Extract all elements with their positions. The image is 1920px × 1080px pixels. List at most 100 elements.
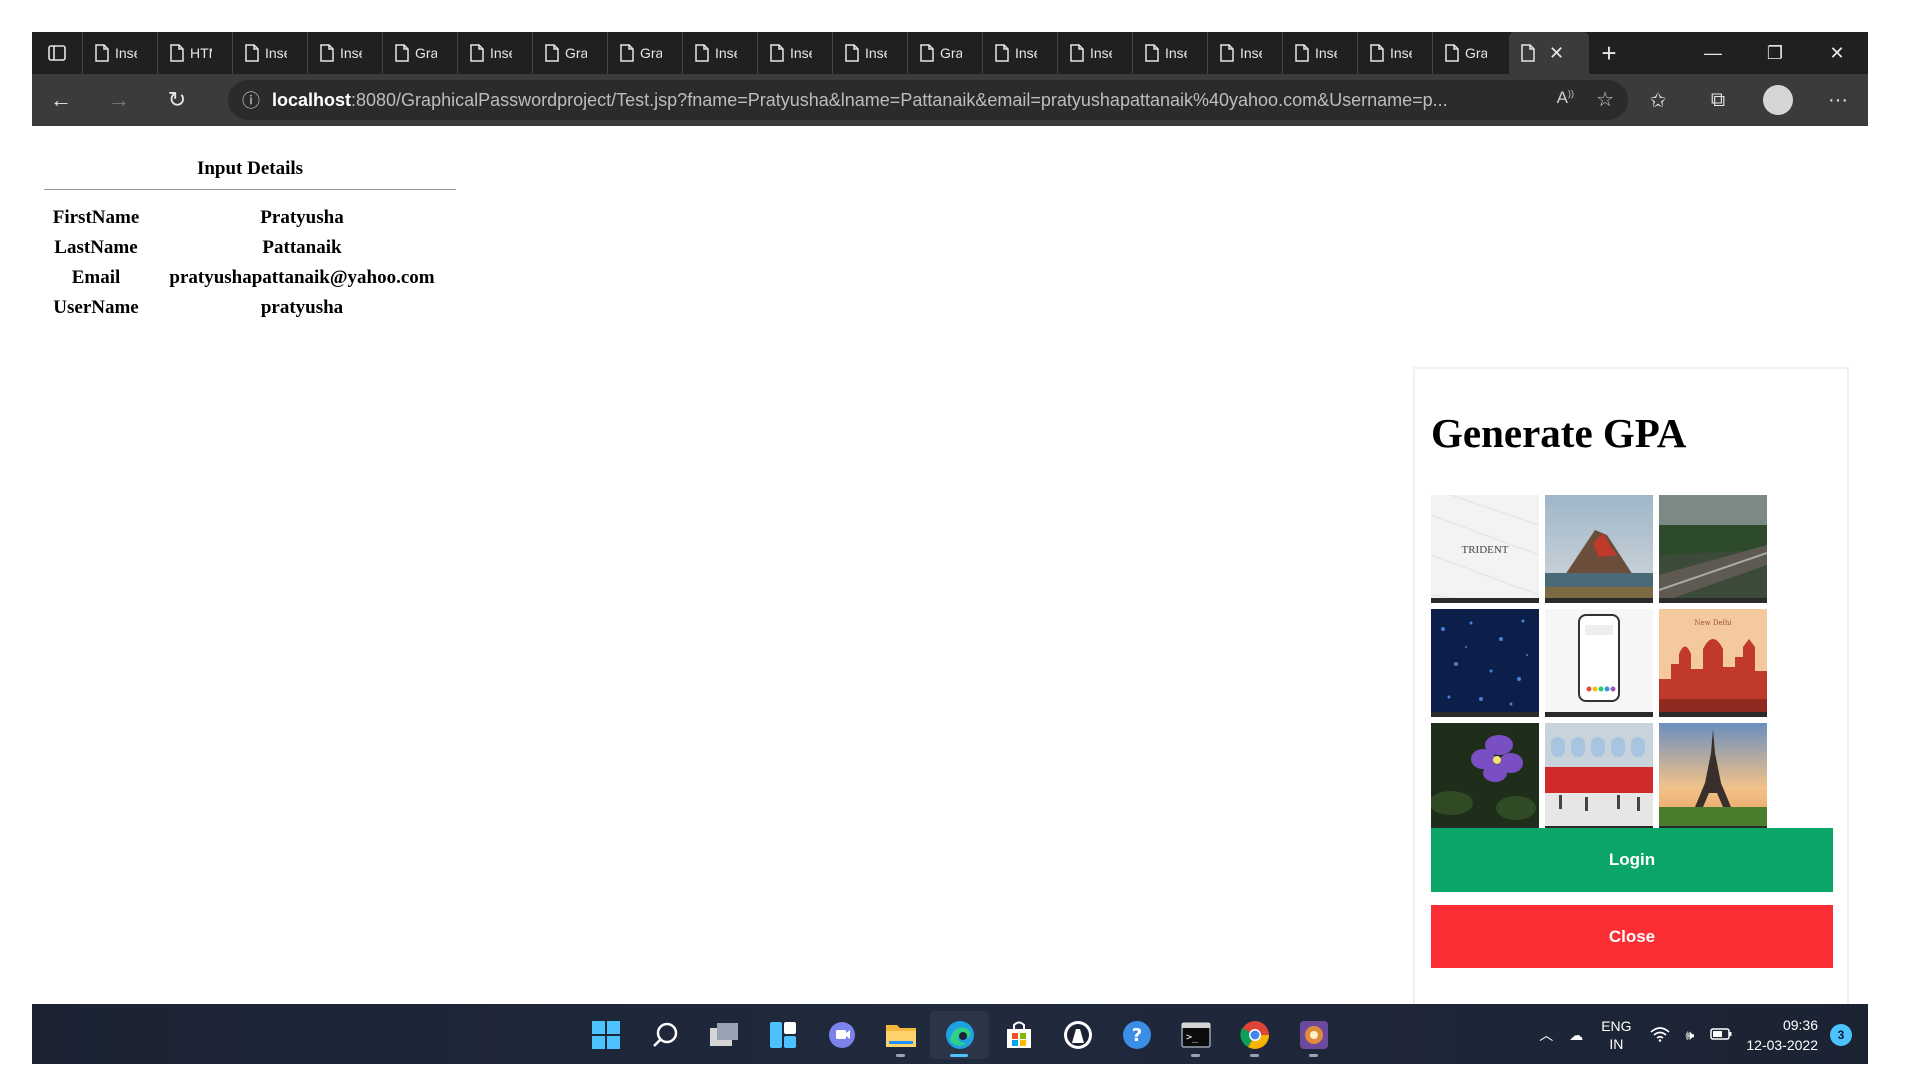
- app-icon[interactable]: [1048, 1011, 1107, 1059]
- document-icon: [470, 44, 484, 62]
- date: 12-03-2022: [1746, 1037, 1818, 1053]
- tile-eiffel[interactable]: [1659, 723, 1767, 831]
- tab[interactable]: Insert: [1282, 32, 1357, 74]
- back-icon[interactable]: ←: [32, 74, 90, 126]
- tile-trident[interactable]: TRIDENT: [1431, 495, 1539, 603]
- login-button[interactable]: Login: [1431, 828, 1833, 892]
- document-icon: [1370, 44, 1384, 62]
- tab[interactable]: Insert: [832, 32, 907, 74]
- battery-icon[interactable]: [1710, 1027, 1732, 1043]
- wifi-icon[interactable]: [1650, 1026, 1670, 1045]
- tab[interactable]: Insert: [307, 32, 382, 74]
- table-row: FirstName Pratyusha: [44, 203, 456, 233]
- image-grid: TRIDENT New Delhi: [1431, 495, 1767, 831]
- tab-label: Insert: [790, 45, 812, 61]
- gpa-title: Generate GPA: [1431, 410, 1687, 456]
- profile-avatar-icon[interactable]: [1763, 85, 1793, 115]
- tile-phone[interactable]: [1545, 609, 1653, 717]
- close-tab-icon[interactable]: ✕: [1549, 43, 1564, 64]
- window-controls: — ❐ ✕: [1682, 32, 1868, 74]
- tab[interactable]: Insert: [457, 32, 532, 74]
- lang-top: ENG: [1601, 1018, 1632, 1034]
- read-aloud-icon[interactable]: A)): [1557, 88, 1574, 108]
- close-window-icon[interactable]: ✕: [1806, 32, 1868, 74]
- file-explorer-icon[interactable]: [871, 1011, 930, 1059]
- tab[interactable]: Insert: [1132, 32, 1207, 74]
- new-tab-icon[interactable]: +: [1589, 32, 1629, 74]
- table-row: LastName Pattanaik: [44, 233, 456, 263]
- tile-bar: [1431, 598, 1539, 603]
- tile-stars[interactable]: [1431, 609, 1539, 717]
- store-icon[interactable]: [989, 1011, 1048, 1059]
- tile-bar: [1659, 598, 1767, 603]
- tab-label: Graphical: [415, 45, 437, 61]
- tile-train[interactable]: [1545, 723, 1653, 831]
- input-details: Input Details FirstName Pratyusha LastNa…: [44, 157, 456, 323]
- minimize-icon[interactable]: —: [1682, 32, 1744, 74]
- tab-actions-icon[interactable]: [32, 32, 82, 74]
- railway-image: [1659, 495, 1767, 603]
- cloud-icon[interactable]: ☁: [1569, 1027, 1583, 1044]
- tab[interactable]: Insert: [757, 32, 832, 74]
- chrome-icon[interactable]: [1225, 1011, 1284, 1059]
- favorites-icon[interactable]: ✩: [1628, 74, 1688, 126]
- tab[interactable]: Graphical: [382, 32, 457, 74]
- edge-icon[interactable]: [930, 1011, 989, 1059]
- tile-railway[interactable]: [1659, 495, 1767, 603]
- widgets-icon[interactable]: [753, 1011, 812, 1059]
- help-icon[interactable]: ?: [1107, 1011, 1166, 1059]
- start-icon[interactable]: [576, 1011, 635, 1059]
- tab[interactable]: Graphical: [907, 32, 982, 74]
- notification-badge[interactable]: 3: [1830, 1024, 1852, 1046]
- tab-label: Insert: [490, 45, 512, 61]
- volume-icon[interactable]: 🕪: [1686, 1027, 1695, 1044]
- tab-bar: Insert HTML Insert Insert Graphical Insert Gra…: [32, 32, 1868, 74]
- tab-label: Insert: [1015, 45, 1037, 61]
- tab[interactable]: Insert: [82, 32, 157, 74]
- site-info-icon[interactable]: ⓘ: [242, 87, 260, 113]
- city-caption: New Delhi: [1694, 619, 1732, 627]
- tab[interactable]: Insert: [1357, 32, 1432, 74]
- task-view-icon[interactable]: [694, 1011, 753, 1059]
- row-value: pratyusha: [260, 297, 344, 318]
- document-icon: [1521, 44, 1535, 62]
- running-indicator: [1309, 1054, 1318, 1057]
- more-options-icon[interactable]: ···: [1808, 74, 1868, 126]
- collections-icon[interactable]: ⧉: [1688, 74, 1748, 126]
- refresh-icon[interactable]: ↻: [148, 74, 206, 126]
- terminal-icon[interactable]: >_: [1166, 1011, 1225, 1059]
- document-icon: [320, 44, 334, 62]
- forward-icon[interactable]: →: [90, 74, 148, 126]
- add-favorite-icon[interactable]: ☆: [1596, 87, 1614, 112]
- language-indicator[interactable]: ENG IN: [1601, 1017, 1631, 1053]
- chevron-up-icon[interactable]: ︿: [1539, 1025, 1553, 1045]
- tile-volcano[interactable]: [1545, 495, 1653, 603]
- chat-icon[interactable]: [812, 1011, 871, 1059]
- url-host: localhost: [272, 89, 352, 110]
- tab[interactable]: Insert: [232, 32, 307, 74]
- close-button[interactable]: Close: [1431, 905, 1833, 968]
- train-image: [1545, 723, 1653, 831]
- tab-active[interactable]: ✕: [1509, 32, 1589, 74]
- row-key: UserName: [53, 297, 139, 318]
- details-table: FirstName Pratyusha LastName Pattanaik E…: [44, 203, 456, 323]
- restore-icon[interactable]: ❐: [1744, 32, 1806, 74]
- tile-city[interactable]: New Delhi: [1659, 609, 1767, 717]
- tab[interactable]: Graphical: [607, 32, 682, 74]
- document-icon: [1445, 44, 1459, 62]
- clock[interactable]: 09:36 12-03-2022: [1746, 1015, 1818, 1055]
- search-icon[interactable]: [635, 1011, 694, 1059]
- document-icon: [1070, 44, 1084, 62]
- tab[interactable]: Insert: [1207, 32, 1282, 74]
- time: 09:36: [1782, 1017, 1818, 1033]
- tab[interactable]: Graphical: [532, 32, 607, 74]
- tab[interactable]: Insert: [982, 32, 1057, 74]
- phone-image: [1545, 609, 1653, 717]
- tab[interactable]: Insert: [682, 32, 757, 74]
- tab[interactable]: HTML: [157, 32, 232, 74]
- tab[interactable]: Graphical: [1432, 32, 1507, 74]
- tab[interactable]: Insert: [1057, 32, 1132, 74]
- url-field[interactable]: ⓘ localhost :8080/GraphicalPasswordproje…: [228, 80, 1628, 120]
- app2-icon[interactable]: [1284, 1011, 1343, 1059]
- tile-flower[interactable]: [1431, 723, 1539, 831]
